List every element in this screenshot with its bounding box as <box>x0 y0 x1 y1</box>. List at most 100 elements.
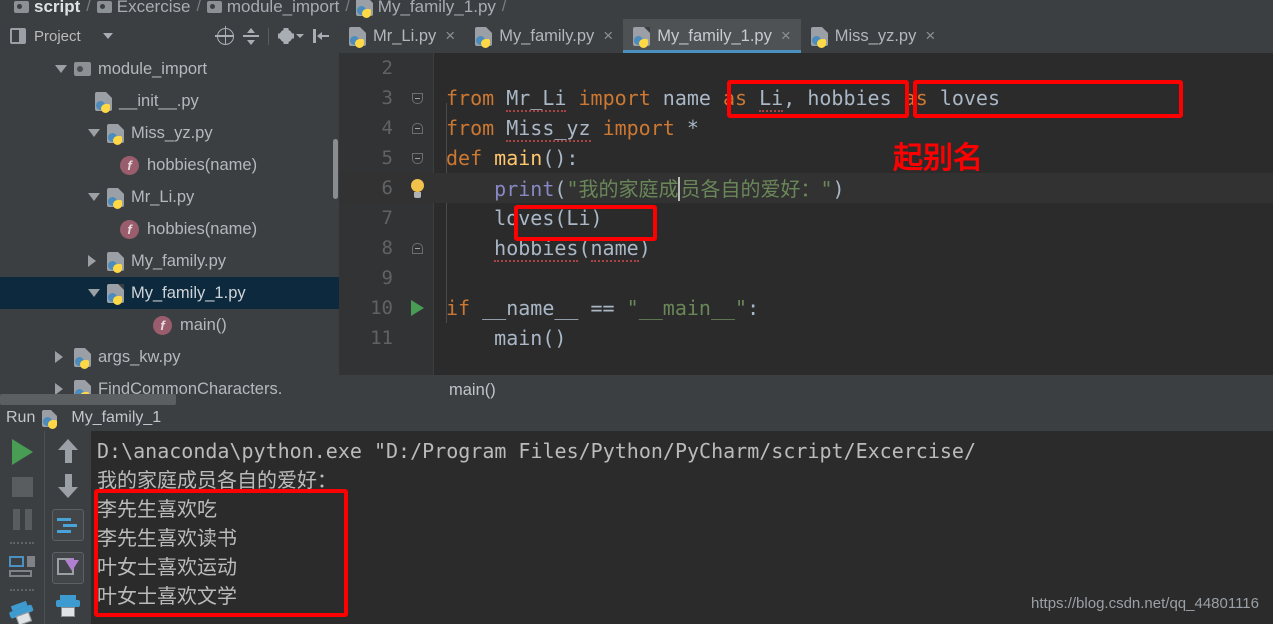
tree-item-args-kw-py[interactable]: args_kw.py <box>0 341 339 373</box>
breadcrumb-item-module-import[interactable]: module_import <box>206 0 340 19</box>
tab-my-family-1-py[interactable]: My_family_1.py × <box>623 19 801 53</box>
tree-item-hobbies-fn-1[interactable]: f hobbies(name) <box>0 149 339 181</box>
run-config-name[interactable]: My_family_1 <box>71 409 161 427</box>
print-icon[interactable] <box>56 595 80 617</box>
project-panel-title: Project <box>34 27 81 45</box>
python-file-icon <box>107 251 124 273</box>
breadcrumb-separator: / <box>196 0 201 15</box>
chevron-down-icon[interactable] <box>55 65 67 73</box>
annotation-box-loves-li <box>514 205 657 241</box>
editor-tab-bar: Mr_Li.py × My_family.py × My_family_1.py… <box>339 19 1273 53</box>
tab-my-family-py[interactable]: My_family.py × <box>465 19 624 53</box>
horizontal-scrollbar[interactable] <box>0 394 176 405</box>
python-file-icon <box>475 26 493 48</box>
tree-item-my-family-py[interactable]: My_family.py <box>0 245 339 277</box>
hide-panel-icon[interactable] <box>313 28 329 44</box>
code-text: from Miss_yz import * <box>446 116 699 142</box>
run-toolbar-primary <box>0 431 44 624</box>
breadcrumb-label: script <box>34 0 81 16</box>
chevron-down-icon[interactable] <box>88 289 100 297</box>
fold-icon[interactable] <box>412 242 423 254</box>
chevron-down-icon[interactable] <box>102 33 113 39</box>
line-number: 4 <box>381 117 393 139</box>
chevron-down-icon[interactable] <box>88 129 100 137</box>
chevron-down-icon[interactable] <box>88 193 100 201</box>
code-text: if __name__ == "__main__": <box>446 296 760 320</box>
folder-icon <box>74 62 91 76</box>
run-icon[interactable] <box>11 439 33 465</box>
fold-icon[interactable] <box>412 92 423 104</box>
tree-item-mr-li-py[interactable]: Mr_Li.py <box>0 181 339 213</box>
gutter-marker[interactable] <box>401 152 434 164</box>
breadcrumb-label: module_import <box>226 0 340 16</box>
project-panel: Project module_import __init__.py Miss_y… <box>0 19 339 405</box>
line-number: 10 <box>370 297 393 319</box>
intention-bulb-icon[interactable] <box>401 178 434 198</box>
settings-gear-icon[interactable] <box>278 28 304 44</box>
chevron-right-icon[interactable] <box>88 255 96 267</box>
run-gutter-icon[interactable] <box>401 300 434 316</box>
run-panel-header: Run My_family_1 <box>0 405 1273 431</box>
python-file-icon <box>95 91 112 113</box>
tree-item-label: My_family_1.py <box>131 283 246 302</box>
function-icon: f <box>153 315 172 335</box>
vertical-scrollbar[interactable] <box>333 139 338 199</box>
gutter-marker[interactable] <box>401 242 434 254</box>
code-text: print("我的家庭成 员各自的爱好：") <box>494 176 845 202</box>
pause-icon[interactable] <box>12 509 32 531</box>
breadcrumb-item-script[interactable]: script <box>14 0 80 19</box>
layout-icon[interactable] <box>9 556 35 577</box>
tree-item-label: hobbies(name) <box>147 219 258 238</box>
tree-item-hobbies-fn-2[interactable]: f hobbies(name) <box>0 213 339 245</box>
code-line: 11 main() <box>339 323 1273 353</box>
fold-icon[interactable] <box>412 152 423 164</box>
tree-item-main-fn[interactable]: f main() <box>0 309 339 341</box>
python-file-icon <box>107 123 124 145</box>
tree-item-init-py[interactable]: __init__.py <box>0 85 339 117</box>
tree-item-label: My_family.py <box>131 251 227 270</box>
tab-mr-li-py[interactable]: Mr_Li.py × <box>339 19 466 53</box>
python-file-icon <box>810 26 828 48</box>
line-number: 2 <box>381 57 393 79</box>
tree-item-module-import[interactable]: module_import <box>0 53 339 85</box>
soft-wrap-icon[interactable] <box>52 509 84 541</box>
folder-icon <box>206 0 222 13</box>
down-arrow-icon[interactable] <box>58 474 78 498</box>
print-icon[interactable] <box>7 599 37 624</box>
function-icon: f <box>120 219 139 239</box>
stop-icon[interactable] <box>11 477 33 498</box>
breadcrumb-item-my-family-1[interactable]: My_family_1.py <box>355 0 496 19</box>
gutter-marker[interactable] <box>401 92 434 104</box>
breadcrumb: script / Excercise / module_import / My_… <box>0 0 1273 19</box>
close-icon[interactable]: × <box>603 26 613 46</box>
annotation-note-alias: 起别名 <box>893 141 983 176</box>
fold-icon[interactable] <box>412 122 423 134</box>
line-number: 5 <box>381 147 393 169</box>
toolbar-divider <box>10 542 34 545</box>
code-line: 9 <box>339 263 1273 293</box>
export-icon[interactable] <box>52 552 84 584</box>
python-file-icon <box>107 187 124 209</box>
collapse-all-icon[interactable] <box>243 27 259 45</box>
tab-miss-yz-py[interactable]: Miss_yz.py × <box>800 19 946 53</box>
close-icon[interactable]: × <box>925 26 935 46</box>
toolbar-divider <box>10 588 34 591</box>
code-text: def main(): <box>446 146 579 170</box>
code-line: 8 hobbies(name) <box>339 233 1273 263</box>
close-icon[interactable]: × <box>781 26 791 46</box>
function-icon: f <box>120 155 139 175</box>
up-arrow-icon[interactable] <box>58 439 78 463</box>
editor-breadcrumb[interactable]: main() <box>339 375 1273 405</box>
tree-item-label: Mr_Li.py <box>131 187 195 206</box>
tree-item-my-family-1-py[interactable]: My_family_1.py <box>0 277 339 309</box>
code-line: 10 if __name__ == "__main__": <box>339 293 1273 323</box>
breadcrumb-item-excercise[interactable]: Excercise <box>96 0 191 19</box>
line-number: 6 <box>381 177 393 199</box>
tree-item-miss-yz-py[interactable]: Miss_yz.py <box>0 117 339 149</box>
close-icon[interactable]: × <box>445 26 455 46</box>
gutter-marker[interactable] <box>401 122 434 134</box>
project-tree: module_import __init__.py Miss_yz.py f h… <box>0 53 339 405</box>
locate-icon[interactable] <box>215 25 234 45</box>
chevron-right-icon[interactable] <box>55 351 63 363</box>
breadcrumb-label: Excercise <box>116 0 191 16</box>
